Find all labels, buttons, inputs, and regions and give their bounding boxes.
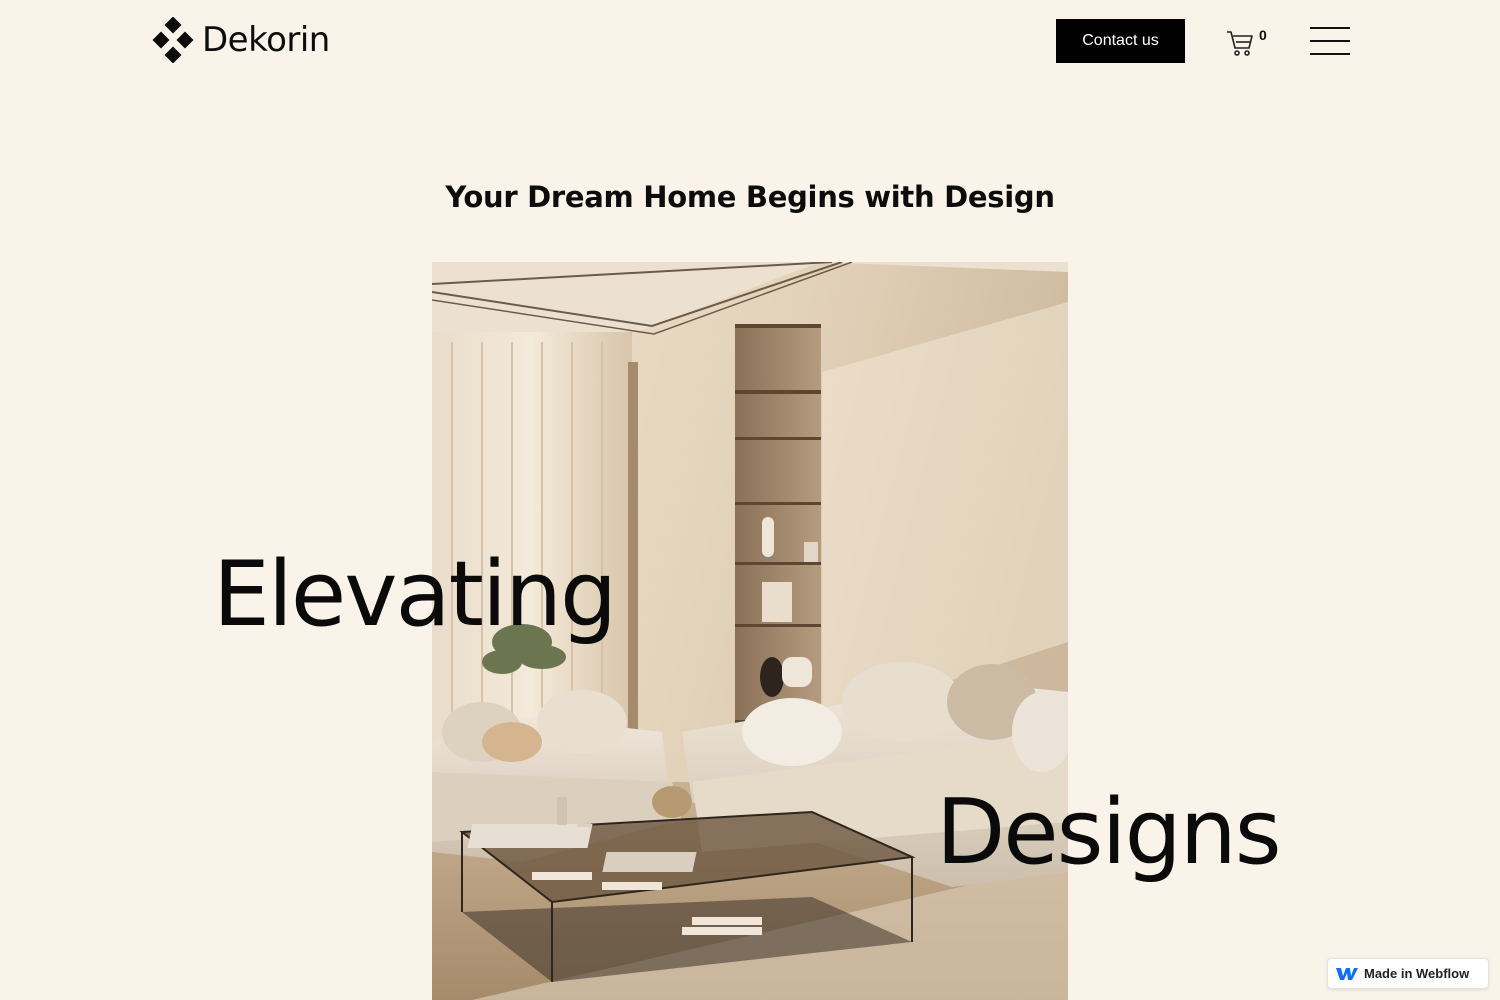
page: Dekorin Contact us 0 Your Dream Home Beg… bbox=[0, 0, 1500, 1000]
menu-line bbox=[1310, 40, 1350, 42]
brand-logo[interactable]: Dekorin bbox=[150, 17, 330, 63]
cart-button[interactable]: 0 bbox=[1225, 24, 1267, 58]
diamond-cluster-icon bbox=[152, 17, 194, 63]
webflow-logo-icon bbox=[1336, 967, 1358, 980]
badge-label: Made in Webflow bbox=[1364, 966, 1470, 981]
brand-name: Dekorin bbox=[202, 20, 330, 60]
hero-tagline: Your Dream Home Begins with Design bbox=[445, 180, 1055, 214]
menu-line bbox=[1310, 27, 1350, 29]
made-in-webflow-badge[interactable]: Made in Webflow bbox=[1327, 958, 1489, 989]
hamburger-menu-icon[interactable] bbox=[1310, 27, 1350, 55]
cart-icon bbox=[1227, 31, 1253, 56]
menu-line bbox=[1310, 53, 1350, 55]
hero-word-elevating: Elevating bbox=[213, 542, 617, 647]
contact-us-button[interactable]: Contact us bbox=[1056, 19, 1185, 63]
cart-count: 0 bbox=[1259, 27, 1267, 43]
hero-word-designs: Designs bbox=[936, 780, 1282, 885]
